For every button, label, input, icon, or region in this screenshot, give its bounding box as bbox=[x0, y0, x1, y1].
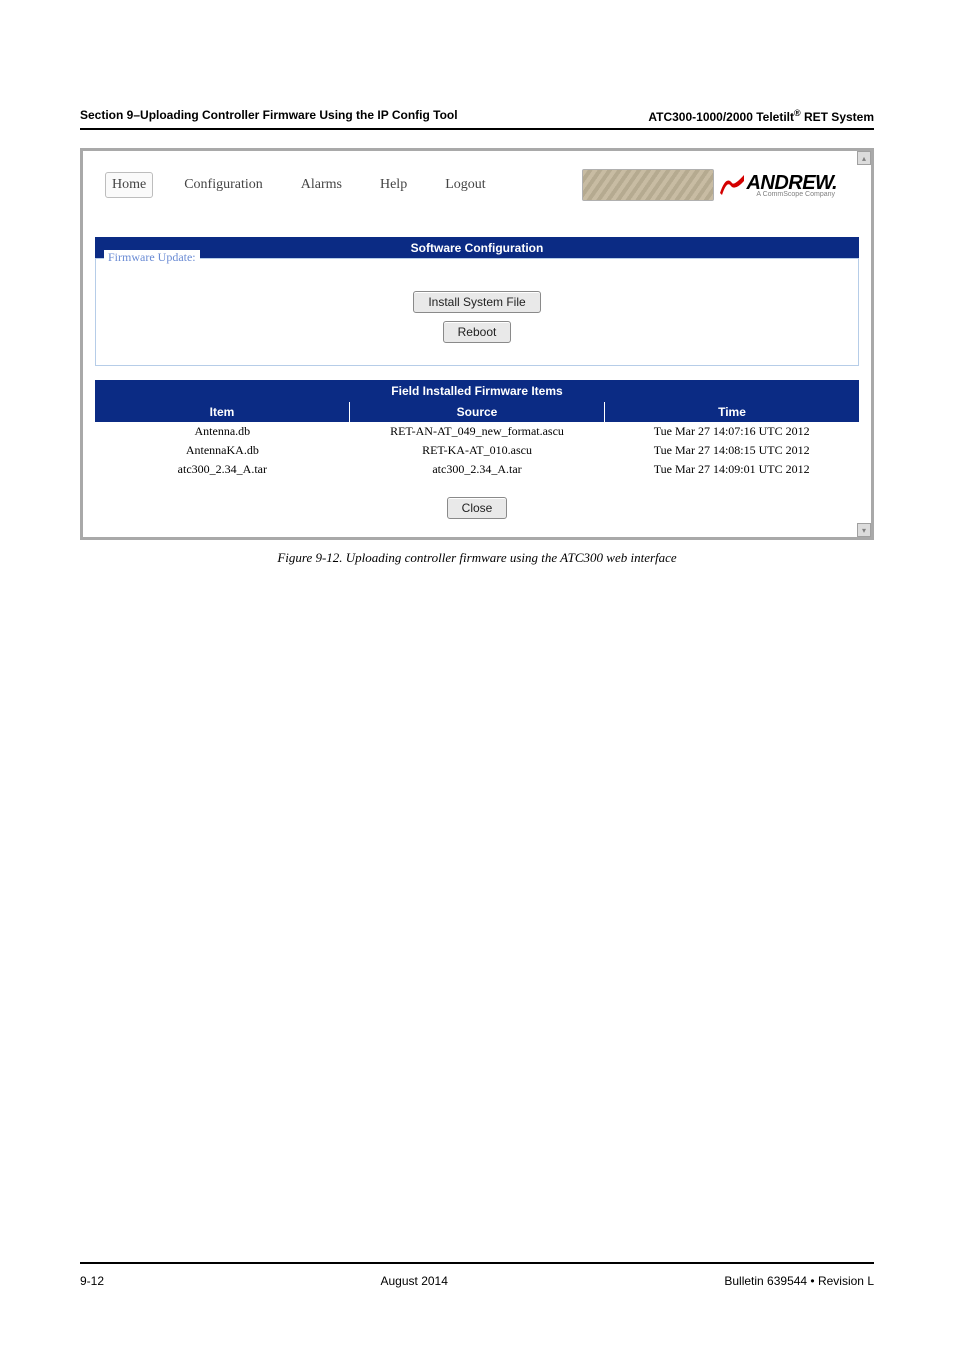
close-button[interactable]: Close bbox=[447, 497, 508, 519]
col-source: Source bbox=[350, 402, 605, 422]
nav-logout[interactable]: Logout bbox=[438, 172, 492, 198]
firmware-update-fieldset: Firmware Update: Install System File Reb… bbox=[95, 258, 859, 366]
swoosh-icon bbox=[720, 173, 744, 195]
col-item: Item bbox=[95, 402, 350, 422]
nav-row: Home Configuration Alarms Help Logout AN… bbox=[97, 169, 857, 201]
nav-items: Home Configuration Alarms Help Logout bbox=[105, 172, 493, 198]
cell-source: RET-AN-AT_049_new_format.ascu bbox=[350, 422, 605, 441]
firmware-table: Field Installed Firmware Items Item Sour… bbox=[95, 380, 859, 523]
registered-icon: ® bbox=[794, 108, 801, 118]
screenshot-inner: Home Configuration Alarms Help Logout AN… bbox=[83, 151, 871, 537]
cell-item: AntennaKA.db bbox=[95, 441, 350, 460]
antenna-image-icon bbox=[582, 169, 714, 201]
nav-configuration[interactable]: Configuration bbox=[177, 172, 270, 198]
cell-time: Tue Mar 27 14:09:01 UTC 2012 bbox=[604, 460, 859, 479]
cell-item: Antenna.db bbox=[95, 422, 350, 441]
footer-center: August 2014 bbox=[381, 1274, 448, 1288]
nav-home[interactable]: Home bbox=[105, 172, 153, 198]
firmware-update-legend: Firmware Update: bbox=[104, 250, 200, 265]
col-time: Time bbox=[605, 402, 859, 422]
cell-source: atc300_2.34_A.tar bbox=[350, 460, 605, 479]
footer-right: Bulletin 639544 • Revision L bbox=[724, 1274, 874, 1288]
footer-rule bbox=[80, 1262, 874, 1264]
cell-item: atc300_2.34_A.tar bbox=[95, 460, 350, 479]
nav-help[interactable]: Help bbox=[373, 172, 414, 198]
header-right-suffix: RET System bbox=[801, 110, 874, 124]
header-left: Section 9–Uploading Controller Firmware … bbox=[80, 108, 458, 124]
logo-block: ANDREW. A CommScope Company bbox=[582, 169, 837, 201]
header-right: ATC300-1000/2000 Teletilt® RET System bbox=[648, 108, 874, 124]
software-config-title: Software Configuration bbox=[95, 237, 859, 259]
page-footer: 9-12 August 2014 Bulletin 639544 • Revis… bbox=[80, 1274, 874, 1288]
cell-time: Tue Mar 27 14:08:15 UTC 2012 bbox=[604, 441, 859, 460]
table-row: atc300_2.34_A.tar atc300_2.34_A.tar Tue … bbox=[95, 460, 859, 479]
logo-subtext: A CommScope Company bbox=[756, 191, 835, 198]
andrew-logo: ANDREW. A CommScope Company bbox=[720, 172, 837, 198]
cell-source: RET-KA-AT_010.ascu bbox=[350, 441, 605, 460]
table-row: AntennaKA.db RET-KA-AT_010.ascu Tue Mar … bbox=[95, 441, 859, 460]
firmware-table-title: Field Installed Firmware Items bbox=[95, 380, 859, 402]
reboot-button[interactable]: Reboot bbox=[443, 321, 512, 343]
table-row: Antenna.db RET-AN-AT_049_new_format.ascu… bbox=[95, 422, 859, 441]
screenshot-frame: ▴ ▾ Home Configuration Alarms Help Logou… bbox=[80, 148, 874, 540]
page-header: Section 9–Uploading Controller Firmware … bbox=[80, 108, 874, 130]
install-system-file-button[interactable]: Install System File bbox=[413, 291, 540, 313]
document-page: Section 9–Uploading Controller Firmware … bbox=[0, 0, 954, 1350]
cell-time: Tue Mar 27 14:07:16 UTC 2012 bbox=[604, 422, 859, 441]
table-header: Item Source Time bbox=[95, 402, 859, 422]
figure-caption: Figure 9-12. Uploading controller firmwa… bbox=[80, 550, 874, 566]
nav-alarms[interactable]: Alarms bbox=[294, 172, 349, 198]
footer-left: 9-12 bbox=[80, 1274, 104, 1288]
header-right-prefix: ATC300-1000/2000 Teletilt bbox=[648, 110, 794, 124]
